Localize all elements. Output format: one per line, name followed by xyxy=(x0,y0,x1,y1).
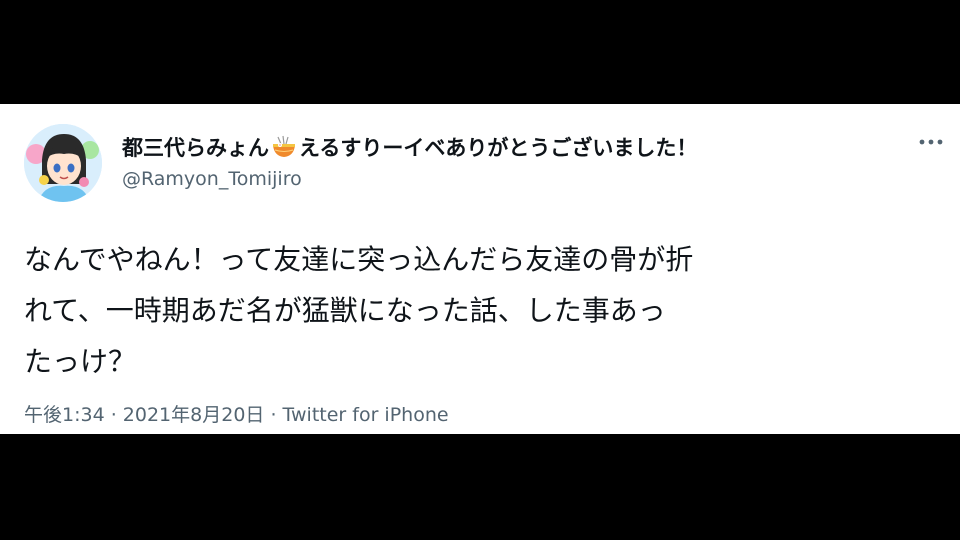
tweet-card: 都三代らみょん えるすりーイベありがとうございました！ @Ramyon_Tomi… xyxy=(0,104,960,434)
meta-separator: · xyxy=(104,404,123,426)
tweet-text: なんでやねん！って友達に突っ込んだら友達の骨が折 れて、一時期あだ名が猛獣になっ… xyxy=(24,234,944,387)
tweet-time[interactable]: 午後1:34 xyxy=(24,404,105,426)
tweet-source[interactable]: Twitter for iPhone xyxy=(283,404,449,426)
tweet-date[interactable]: 2021年8月20日 xyxy=(123,404,265,426)
tweet-text-line: たっけ？ xyxy=(24,345,137,378)
tweet-text-line: れて、一時期あだ名が猛獣になった話、した事あっ xyxy=(24,294,666,327)
more-options-button[interactable] xyxy=(916,130,946,154)
avatar-illustration xyxy=(24,124,102,202)
display-name-prefix: 都三代らみょん xyxy=(122,136,269,160)
ellipsis-icon xyxy=(919,139,943,145)
tweet-text-line: なんでやねん！って友達に突っ込んだら友達の骨が折 xyxy=(24,243,694,276)
ramen-bowl-icon xyxy=(271,134,297,160)
avatar[interactable] xyxy=(24,124,102,202)
user-handle[interactable]: @Ramyon_Tomijiro xyxy=(122,168,302,190)
display-name[interactable]: 都三代らみょん えるすりーイベありがとうございました！ xyxy=(122,132,697,162)
tweet-metadata: 午後1:34 · 2021年8月20日 · Twitter for iPhone xyxy=(24,400,449,427)
video-frame: 都三代らみょん えるすりーイベありがとうございました！ @Ramyon_Tomi… xyxy=(0,0,960,540)
meta-separator: · xyxy=(264,404,283,426)
display-name-suffix: えるすりーイベありがとうございました！ xyxy=(299,136,698,160)
